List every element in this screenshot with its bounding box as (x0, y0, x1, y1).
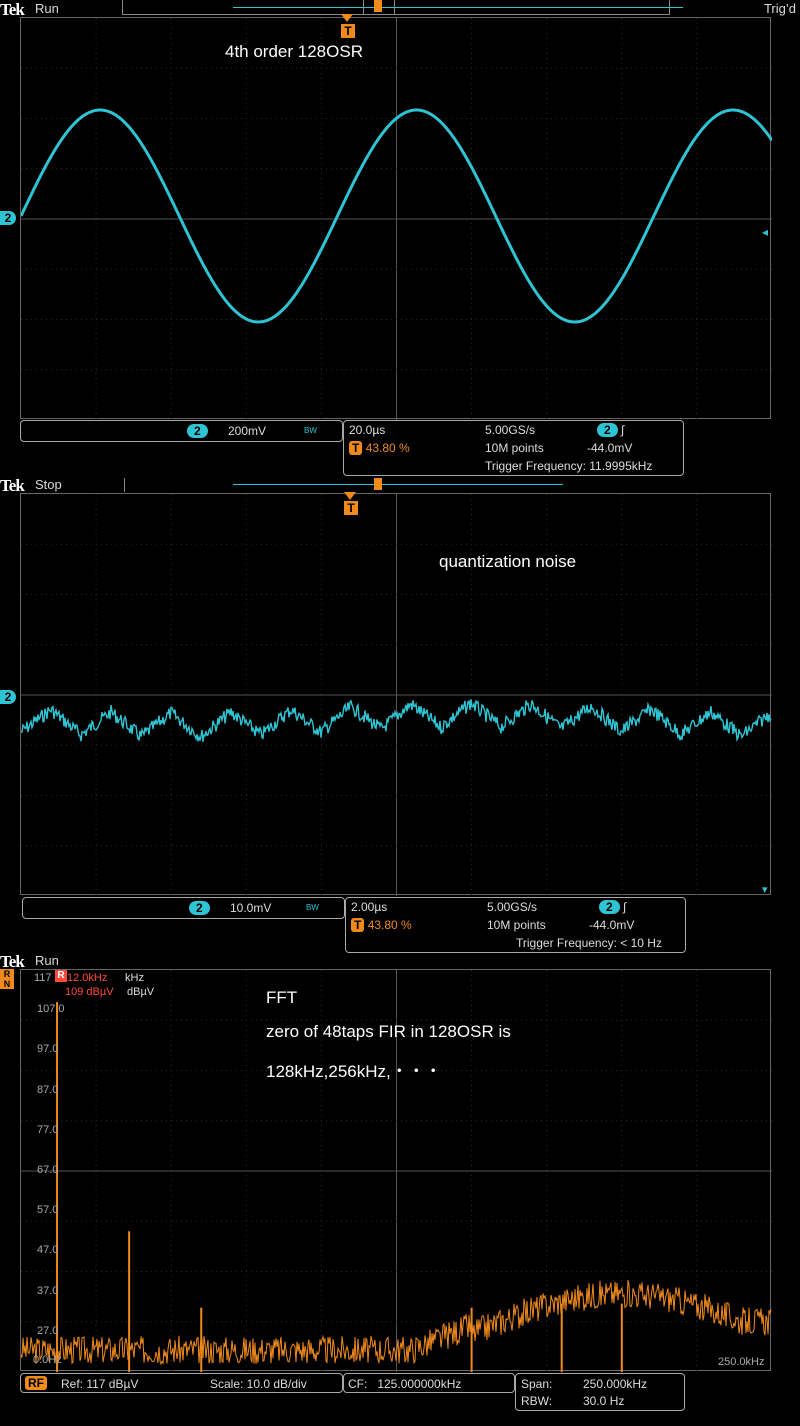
trigger-level: -44.0mV (587, 441, 633, 455)
acquisition-status: Run (35, 1, 59, 16)
waveform-annotation: 4th order 128OSR (225, 42, 363, 61)
channel-readout-2[interactable]: 2 10.0mV BW (22, 897, 345, 919)
waveform-plot-1[interactable]: 4th order 128OSR (20, 17, 772, 420)
trigger-t-icon: T (351, 918, 365, 932)
x-start-label: 0.0Hz (33, 1354, 62, 1366)
trigger-position-marker[interactable] (374, 0, 382, 12)
trigger-level-icon[interactable]: ◂ (762, 225, 768, 239)
y-axis-label: 47.0 (37, 1244, 59, 1257)
rbw-value: 30.0 Hz (583, 1394, 625, 1408)
acquisition-status: Run (35, 953, 59, 968)
y-axis-label: 77.0 (37, 1123, 59, 1136)
trigger-state: Trig’d (763, 1, 796, 16)
rf-marker-icon[interactable]: RN (0, 969, 14, 989)
bandwidth-limit-icon: BW (304, 426, 317, 435)
rising-edge-icon: ∫ (621, 423, 625, 437)
marker-level: 109 dBµV (65, 986, 114, 998)
marker-level-unit: dBµV (127, 986, 155, 998)
trigger-position: T 43.80 % (349, 441, 410, 455)
center-frequency-readout[interactable]: CF: 125.000000kHz (343, 1373, 515, 1393)
trigger-position: T 43.80 % (351, 918, 412, 932)
rising-edge-icon: ∫ (623, 900, 627, 914)
waveform-annotation: quantization noise (439, 552, 577, 571)
sample-rate: 5.00GS/s (485, 423, 536, 437)
channel-2-badge: 2 (189, 901, 210, 915)
fft-annotation-line-3: 128kHz,256kHz,・・・ (266, 1062, 442, 1081)
horizontal-readout-1[interactable]: 20.0µs T 43.80 % 5.00GS/s 10M points 2 ∫… (343, 420, 684, 476)
vertical-scale: 200mV (228, 424, 267, 438)
x-end-label: 250.0kHz (718, 1356, 765, 1368)
trigger-frequency: Trigger Frequency: < 10 Hz (516, 936, 662, 950)
record-length: 10M points (485, 441, 544, 455)
span-label: Span: (521, 1377, 553, 1391)
trigger-level: -44.0mV (589, 918, 635, 932)
top-level-label: 117 (34, 972, 52, 984)
marker-frequency-unit: kHz (125, 972, 144, 984)
record-view-bar (233, 484, 563, 485)
y-axis-label: 57.0 (37, 1204, 59, 1217)
channel-2-ground-marker[interactable]: 2 (0, 690, 16, 704)
spectrum-plot[interactable]: FFT zero of 48taps FIR in 128OSR is 128k… (20, 969, 772, 1372)
reference-marker-icon[interactable]: R (55, 970, 67, 982)
trigger-source: 2 ∫ (599, 900, 626, 914)
waveform-graticule-2 (21, 494, 772, 896)
trigger-t-icon[interactable]: T (344, 501, 358, 515)
sample-rate: 5.00GS/s (487, 900, 538, 914)
vertical-scale: 10.0mV (230, 901, 272, 915)
trigger-point-arrow (341, 14, 353, 22)
y-axis-label: 37.0 (37, 1284, 59, 1297)
trigger-point-arrow (344, 492, 356, 500)
trigger-level-icon[interactable]: ▾ (762, 883, 768, 896)
timebase: 2.00µs (351, 900, 388, 914)
graticule (21, 494, 772, 896)
waveform-graticule-1 (21, 18, 772, 420)
fft-annotation-line-2: zero of 48taps FIR in 128OSR is (266, 1022, 511, 1041)
rbw-label: RBW: (521, 1394, 553, 1408)
trigger-t-icon: T (349, 441, 363, 455)
reference-level: Ref: 117 dBµV (61, 1377, 139, 1391)
span-rbw-readout[interactable]: Span: 250.000kHz RBW: 30.0 Hz (515, 1373, 685, 1411)
record-view-bar (122, 0, 683, 15)
trigger-frequency: Trigger Frequency: 11.9995kHz (485, 459, 653, 473)
channel-readout-1[interactable]: 2 200mV BW (20, 420, 343, 442)
trigger-t-icon[interactable]: T (341, 24, 355, 38)
graticule (21, 18, 772, 420)
bandwidth-limit-icon: BW (306, 903, 319, 912)
acquisition-status: Stop (35, 477, 62, 492)
marker-frequency: 12.0kHz (67, 972, 108, 984)
trigger-source: 2 ∫ (597, 423, 624, 437)
fft-readout-left[interactable]: RF Ref: 117 dBµV Scale: 10.0 dB/div (20, 1373, 343, 1393)
channel-2-ground-marker[interactable]: 2 (0, 211, 16, 225)
y-axis-label: 67.0 (37, 1164, 59, 1176)
horizontal-readout-2[interactable]: 2.00µs T 43.80 % 5.00GS/s 10M points 2 ∫… (345, 897, 686, 953)
fft-annotation-line-1: FFT (266, 988, 298, 1007)
trigger-position-marker[interactable] (374, 478, 382, 490)
y-axis-label: 27.0 (37, 1324, 59, 1337)
timebase: 20.0µs (349, 423, 386, 437)
y-axis-label: 97.0 (37, 1043, 59, 1056)
y-axis-label: 87.0 (37, 1083, 59, 1096)
y-axis-label: 107.0 (37, 1003, 65, 1016)
center-frequency: CF: 125.000000kHz (348, 1377, 462, 1391)
waveform-plot-2[interactable]: quantization noise (20, 493, 772, 896)
vertical-scale: Scale: 10.0 dB/div (210, 1377, 307, 1391)
span-value: 250.000kHz (583, 1377, 648, 1391)
rf-badge: RF (25, 1376, 47, 1390)
record-length: 10M points (487, 918, 546, 932)
channel-2-badge: 2 (187, 424, 208, 438)
